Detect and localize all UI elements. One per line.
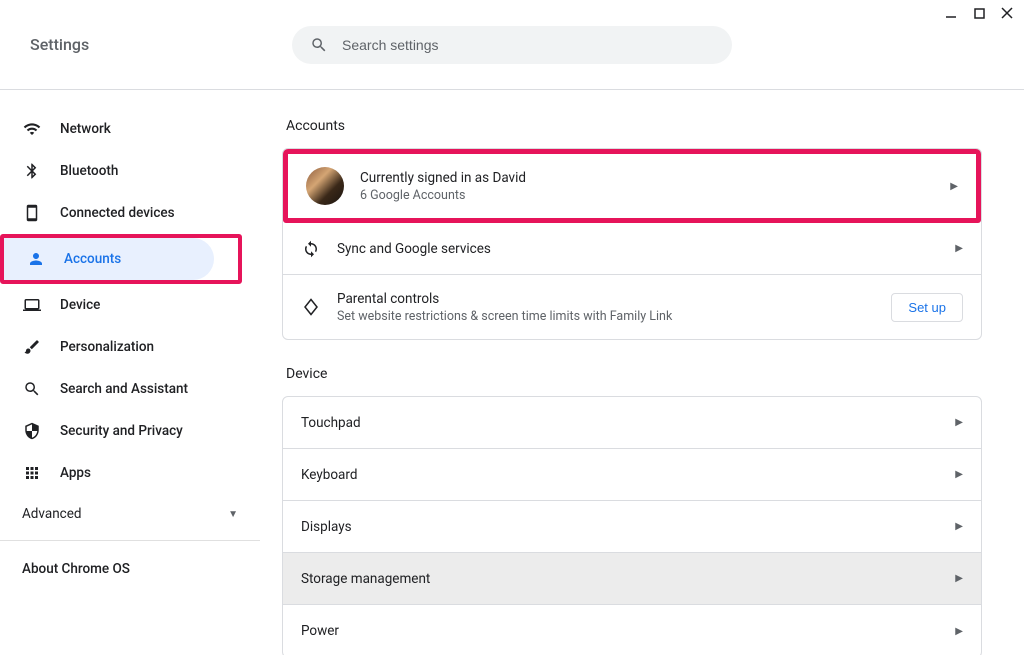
chevron-right-icon: ▶ bbox=[955, 243, 963, 254]
row-subtitle: 6 Google Accounts bbox=[360, 188, 934, 203]
row-title: Sync and Google services bbox=[337, 241, 939, 257]
accounts-card: Currently signed in as David 6 Google Ac… bbox=[282, 148, 982, 340]
sidebar-item-label: Personalization bbox=[60, 339, 154, 355]
sidebar: Network Bluetooth Connected devices Acco… bbox=[0, 90, 260, 655]
chevron-right-icon: ▶ bbox=[955, 521, 963, 532]
sidebar-item-device[interactable]: Device bbox=[0, 284, 236, 326]
shield-icon bbox=[22, 422, 42, 440]
main-content: Accounts Currently signed in as David 6 … bbox=[260, 90, 1024, 655]
row-parental-controls[interactable]: Parental controls Set website restrictio… bbox=[283, 275, 981, 339]
row-touchpad[interactable]: Touchpad ▶ bbox=[283, 397, 981, 449]
avatar bbox=[306, 167, 344, 205]
wifi-icon bbox=[22, 120, 42, 138]
chevron-down-icon: ▼ bbox=[228, 509, 238, 520]
advanced-label: Advanced bbox=[22, 506, 82, 522]
sidebar-item-label: Security and Privacy bbox=[60, 423, 183, 439]
sidebar-item-apps[interactable]: Apps bbox=[0, 452, 236, 494]
row-subtitle: Set website restrictions & screen time l… bbox=[337, 309, 875, 324]
device-card: Touchpad ▶ Keyboard ▶ Displays ▶ Storage… bbox=[282, 396, 982, 655]
topbar: Settings bbox=[0, 0, 1024, 90]
about-label: About Chrome OS bbox=[22, 561, 130, 577]
row-title: Parental controls bbox=[337, 291, 875, 307]
setup-button[interactable]: Set up bbox=[891, 293, 963, 322]
row-storage-management[interactable]: Storage management ▶ bbox=[283, 553, 981, 605]
sidebar-item-network[interactable]: Network bbox=[0, 108, 236, 150]
row-title: Displays bbox=[301, 519, 939, 535]
chevron-right-icon: ▶ bbox=[955, 573, 963, 584]
sidebar-advanced-toggle[interactable]: Advanced ▼ bbox=[0, 494, 260, 534]
apps-icon bbox=[22, 464, 42, 482]
search-input[interactable] bbox=[342, 37, 714, 53]
sidebar-item-bluetooth[interactable]: Bluetooth bbox=[0, 150, 236, 192]
person-icon bbox=[26, 250, 46, 268]
sync-icon bbox=[301, 240, 321, 258]
highlight-signed-in-row: Currently signed in as David 6 Google Ac… bbox=[283, 149, 981, 223]
search-box[interactable] bbox=[292, 26, 732, 64]
section-heading-device: Device bbox=[286, 366, 982, 382]
sidebar-item-label: Device bbox=[60, 297, 100, 313]
sidebar-item-security-privacy[interactable]: Security and Privacy bbox=[0, 410, 236, 452]
row-title: Storage management bbox=[301, 571, 939, 587]
sidebar-item-label: Apps bbox=[60, 465, 91, 481]
phone-icon bbox=[22, 204, 42, 222]
sidebar-item-label: Network bbox=[60, 121, 111, 137]
brush-icon bbox=[22, 338, 42, 356]
chevron-right-icon: ▶ bbox=[955, 417, 963, 428]
row-signed-in-as[interactable]: Currently signed in as David 6 Google Ac… bbox=[288, 154, 976, 218]
chevron-right-icon: ▶ bbox=[955, 626, 963, 637]
sidebar-item-label: Search and Assistant bbox=[60, 381, 188, 397]
row-sync-google-services[interactable]: Sync and Google services ▶ bbox=[283, 223, 981, 275]
sidebar-item-connected-devices[interactable]: Connected devices bbox=[0, 192, 236, 234]
row-power[interactable]: Power ▶ bbox=[283, 605, 981, 655]
highlight-accounts-sidebar: Accounts bbox=[0, 234, 242, 284]
row-title: Power bbox=[301, 623, 939, 639]
sidebar-item-personalization[interactable]: Personalization bbox=[0, 326, 236, 368]
laptop-icon bbox=[22, 296, 42, 314]
chevron-right-icon: ▶ bbox=[955, 469, 963, 480]
row-keyboard[interactable]: Keyboard ▶ bbox=[283, 449, 981, 501]
section-heading-accounts: Accounts bbox=[286, 118, 982, 134]
page-title: Settings bbox=[30, 35, 89, 54]
row-displays[interactable]: Displays ▶ bbox=[283, 501, 981, 553]
sidebar-item-label: Accounts bbox=[64, 251, 121, 267]
diamond-icon bbox=[301, 298, 321, 316]
chevron-right-icon: ▶ bbox=[950, 181, 958, 192]
sidebar-item-search-assistant[interactable]: Search and Assistant bbox=[0, 368, 236, 410]
sidebar-item-accounts[interactable]: Accounts bbox=[4, 238, 214, 280]
sidebar-item-label: Bluetooth bbox=[60, 163, 118, 179]
row-title: Currently signed in as David bbox=[360, 170, 934, 186]
search-icon bbox=[310, 36, 328, 54]
search-container bbox=[292, 26, 732, 64]
row-title: Keyboard bbox=[301, 467, 939, 483]
sidebar-item-about[interactable]: About Chrome OS bbox=[0, 547, 260, 591]
bluetooth-icon bbox=[22, 162, 42, 180]
search-icon bbox=[22, 380, 42, 398]
sidebar-item-label: Connected devices bbox=[60, 205, 175, 221]
divider bbox=[0, 540, 260, 541]
row-title: Touchpad bbox=[301, 415, 939, 431]
